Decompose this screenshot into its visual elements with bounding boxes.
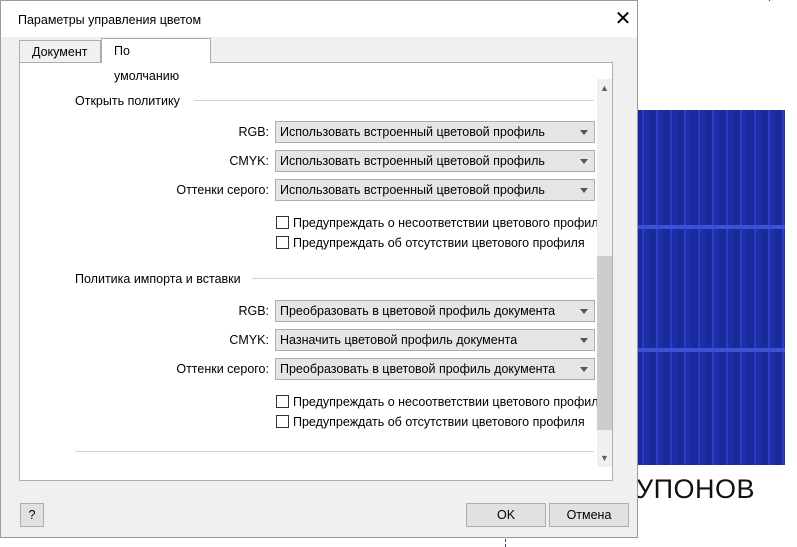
dialog-title: Параметры управления цветом (18, 13, 202, 27)
open-grayscale-select[interactable]: Использовать встроенный цветовой профиль (275, 179, 595, 201)
open-cmyk-select[interactable]: Использовать встроенный цветовой профиль (275, 150, 595, 172)
checkbox-box[interactable] (276, 415, 289, 428)
section-title-open-policy: Открыть политику (75, 94, 180, 108)
background-band (635, 348, 785, 352)
divider (75, 451, 594, 452)
select-value: Преобразовать в цветовой профиль докумен… (280, 304, 556, 318)
rgb-label: RGB: (238, 304, 269, 318)
chevron-up-icon[interactable]: ▲ (600, 83, 609, 93)
tab-document[interactable]: Документ (19, 40, 101, 62)
dropdown-arrow-icon (580, 338, 588, 343)
import-missing-checkbox[interactable]: Предупреждать об отсутствии цветового пр… (276, 415, 585, 429)
divider (252, 278, 594, 279)
background-image (635, 110, 785, 465)
close-icon[interactable]: ✕ (611, 7, 635, 31)
import-rgb-select[interactable]: Преобразовать в цветовой профиль докумен… (275, 300, 595, 322)
ok-button[interactable]: OK (466, 503, 546, 527)
checkbox-label: Предупреждать о несоответствии цветового… (293, 395, 606, 409)
checkbox-box[interactable] (276, 236, 289, 249)
dropdown-arrow-icon (580, 130, 588, 135)
import-mismatch-checkbox[interactable]: Предупреждать о несоответствии цветового… (276, 395, 605, 409)
grayscale-label: Оттенки серого: (176, 183, 269, 197)
dropdown-arrow-icon (580, 309, 588, 314)
dropdown-arrow-icon (580, 188, 588, 193)
cancel-button[interactable]: Отмена (549, 503, 629, 527)
open-rgb-select[interactable]: Использовать встроенный цветовой профиль (275, 121, 595, 143)
select-value: Использовать встроенный цветовой профиль (280, 154, 545, 168)
guide-diagonal (768, 0, 782, 3)
color-management-dialog: Параметры управления цветом ✕ Документ П… (0, 0, 638, 538)
dropdown-arrow-icon (580, 159, 588, 164)
select-value: Использовать встроенный цветовой профиль (280, 183, 545, 197)
rgb-label: RGB: (238, 125, 269, 139)
open-mismatch-checkbox[interactable]: Предупреждать о несоответствии цветового… (276, 216, 605, 230)
cmyk-label: CMYK: (229, 333, 269, 347)
tab-defaults[interactable]: По умолчанию (101, 38, 211, 83)
open-missing-checkbox[interactable]: Предупреждать об отсутствии цветового пр… (276, 236, 585, 250)
grayscale-label: Оттенки серого: (176, 362, 269, 376)
divider (194, 100, 594, 101)
import-grayscale-select[interactable]: Преобразовать в цветовой профиль докумен… (275, 358, 595, 380)
section-title-import-policy: Политика импорта и вставки (75, 272, 241, 286)
help-button[interactable]: ? (20, 503, 44, 527)
checkbox-label: Предупреждать об отсутствии цветового пр… (293, 415, 585, 429)
select-value: Использовать встроенный цветовой профиль (280, 125, 545, 139)
background-band (635, 225, 785, 229)
dropdown-arrow-icon (580, 367, 588, 372)
import-cmyk-select[interactable]: Назначить цветовой профиль документа (275, 329, 595, 351)
select-value: Назначить цветовой профиль документа (280, 333, 518, 347)
cmyk-label: CMYK: (229, 154, 269, 168)
checkbox-label: Предупреждать о несоответствии цветового… (293, 216, 606, 230)
checkbox-box[interactable] (276, 395, 289, 408)
scrollbar-thumb[interactable] (597, 256, 612, 430)
checkbox-label: Предупреждать об отсутствии цветового пр… (293, 236, 585, 250)
title-bar: Параметры управления цветом ✕ (1, 1, 637, 37)
background-text: УПОНОВ (636, 474, 756, 504)
select-value: Преобразовать в цветовой профиль докумен… (280, 362, 556, 376)
chevron-down-icon[interactable]: ▼ (600, 453, 609, 463)
checkbox-box[interactable] (276, 216, 289, 229)
